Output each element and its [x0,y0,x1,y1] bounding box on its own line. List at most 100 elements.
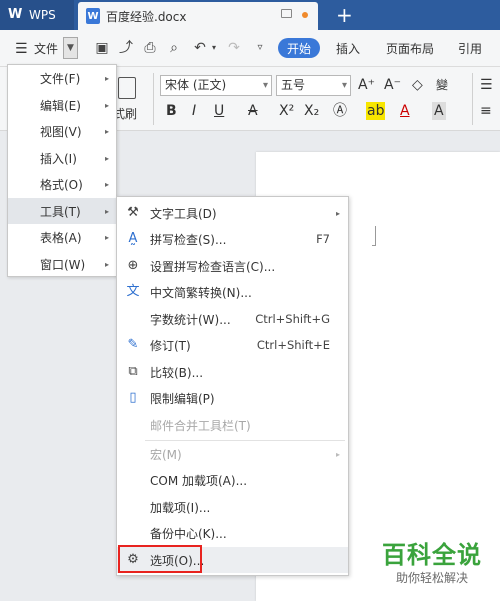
subscript-icon[interactable]: X₂ [304,102,319,120]
file-menu-button[interactable]: 文件 [34,30,58,67]
menu-item-label: 插入(I) [40,151,77,166]
revision-icon: ✎ [127,337,139,352]
tab-start[interactable]: 开始 [278,38,320,58]
globe-icon: ⊕ [127,258,139,273]
chevron-right-icon: ▸ [335,208,340,218]
submenu-item-label: 备份中心(K)... [150,526,227,541]
hamburger-menu-icon[interactable]: ☰ [15,30,28,67]
title-bar: W WPS W 百度经验.docx + [0,0,500,30]
chevron-right-icon: ▸ [104,232,109,242]
superscript-icon[interactable]: X² [279,102,294,120]
watermark-subtitle: 助你轻松解决 [395,571,468,585]
clear-format-icon[interactable]: ◇ [412,76,423,94]
menu-item-label: 窗口(W) [40,257,86,272]
submenu-item-mail-merge-toolbar: 邮件合并工具栏(T) [117,412,348,438]
restrict-icon: ▯ [129,390,137,405]
wps-logo-icon: W [8,7,23,22]
menu-item-tools[interactable]: 工具(T) ▸ [8,198,116,224]
menu-item-edit[interactable]: 编辑(E) ▸ [8,92,116,118]
new-tab-button[interactable]: + [336,3,353,27]
print-icon[interactable]: ⎙ [142,40,158,56]
highlight-icon[interactable]: ab [366,102,386,120]
chevron-right-icon: ▸ [104,206,109,216]
chevron-right-icon: ▸ [104,73,109,83]
submenu-item-label: 字数统计(W)... [150,312,231,327]
submenu-item-restrict-editing[interactable]: ▯ 限制编辑(P) [117,385,348,411]
phonetic-guide-icon[interactable]: 變 [436,76,448,94]
margin-mark [372,226,376,246]
submenu-item-label: 限制编辑(P) [150,391,215,406]
submenu-item-text-tools[interactable]: ⚒ 文字工具(D) ▸ [117,200,348,226]
tab-insert[interactable]: 插入 [336,30,360,67]
watermark-title: 百科全说 [382,541,482,569]
chevron-right-icon: ▸ [335,449,340,459]
tab-references[interactable]: 引用 [458,30,482,67]
submenu-item-spell-language[interactable]: ⊕ 设置拼写检查语言(C)... [117,253,348,279]
font-color-icon[interactable]: A [400,102,410,120]
strikethrough-icon[interactable]: A [248,102,258,120]
shortcut-label: Ctrl+Shift+G [255,312,330,326]
underline-icon[interactable]: U [214,102,224,120]
submenu-item-addins[interactable]: 加载项(I)... [117,494,348,520]
menu-item-file[interactable]: 文件(F) ▸ [8,65,116,91]
ribbon-divider [472,73,473,125]
redo-icon[interactable]: ↷ [226,40,242,56]
text-effect-icon[interactable]: Ⓐ [333,102,347,120]
tools-submenu: ⚒ 文字工具(D) ▸ A̰ 拼写检查(S)... F7 ⊕ 设置拼写检查语言(… [116,196,349,576]
print-preview-icon[interactable]: ⌕ [166,40,182,56]
submenu-item-chinese-conversion[interactable]: 文 中文简繁转换(N)... [117,279,348,305]
menu-item-label: 工具(T) [40,204,81,219]
chevron-right-icon: ▸ [104,259,109,269]
submenu-item-word-count[interactable]: 字数统计(W)... Ctrl+Shift+G [117,306,348,332]
chevron-right-icon: ▸ [104,100,109,110]
tab-page-layout[interactable]: 页面布局 [386,30,434,67]
save-icon[interactable]: ▣ [94,40,110,56]
menu-item-format[interactable]: 格式(O) ▸ [8,171,116,197]
submenu-item-backup-center[interactable]: 备份中心(K)... [117,520,348,546]
monitor-icon[interactable] [281,9,292,18]
highlight-annotation-box [118,545,202,573]
submenu-item-label: 修订(T) [150,338,191,353]
shrink-font-icon[interactable]: A⁻ [384,76,401,94]
char-shading-icon[interactable]: A [432,102,446,120]
export-pdf-icon[interactable]: ⤴ [118,40,134,56]
submenu-item-revision[interactable]: ✎ 修订(T) Ctrl+Shift+E [117,332,348,358]
compare-icon: ⧉ [128,364,138,379]
bullet-list-icon[interactable]: ☰ [480,76,493,94]
font-name-select[interactable]: 宋体 (正文) [160,75,272,96]
submenu-item-label: 拼写检查(S)... [150,232,227,247]
italic-icon[interactable]: I [192,102,196,120]
menu-item-label: 表格(A) [40,230,82,245]
ribbon-divider [153,73,154,125]
wps-home-tab[interactable]: W WPS [0,0,74,30]
grow-font-icon[interactable]: A⁺ [358,76,375,94]
menu-item-label: 编辑(E) [40,98,81,113]
menu-item-label: 视图(V) [40,124,82,139]
shortcut-label: Ctrl+Shift+E [256,338,330,352]
menu-item-label: 文件(F) [40,71,81,86]
customize-toolbar-icon[interactable]: ▿ [252,40,268,56]
quick-toolbar: ☰ 文件 ▼ ▣ ⤴ ⎙ ⌕ ↶ ▾ ↷ ▿ 开始 插入 页面布局 引用 [0,30,500,67]
submenu-item-com-addins[interactable]: COM 加载项(A)... [117,467,348,493]
menu-item-insert[interactable]: 插入(I) ▸ [8,145,116,171]
menu-item-view[interactable]: 视图(V) ▸ [8,118,116,144]
submenu-item-macro: 宏(M) ▸ [117,441,348,467]
word-doc-icon: W [86,8,100,24]
submenu-item-label: 邮件合并工具栏(T) [150,418,251,433]
submenu-item-spell-check[interactable]: A̰ 拼写检查(S)... F7 [117,226,348,252]
menu-item-window[interactable]: 窗口(W) ▸ [8,251,116,277]
font-size-select[interactable]: 五号 [276,75,351,96]
menu-item-table[interactable]: 表格(A) ▸ [8,224,116,250]
unsaved-dot-icon [302,12,308,18]
chevron-down-icon[interactable]: ▼ [63,37,78,59]
align-left-icon[interactable]: ≡ [480,102,492,120]
wps-home-label: WPS [29,8,56,22]
document-tab-label: 百度经验.docx [106,9,187,24]
submenu-item-label: 宏(M) [150,447,182,462]
undo-dropdown-icon[interactable]: ▾ [206,40,222,56]
menu-item-label: 格式(O) [40,177,83,192]
format-painter-icon[interactable] [118,77,136,99]
bold-icon[interactable]: B [166,102,177,120]
submenu-item-label: COM 加载项(A)... [150,473,248,488]
submenu-item-compare[interactable]: ⧉ 比较(B)... [117,359,348,385]
